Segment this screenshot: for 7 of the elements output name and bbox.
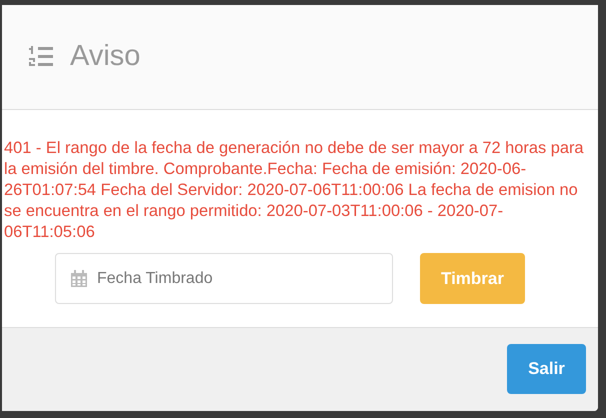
numbered-list-icon (29, 46, 53, 68)
modal-title: Aviso (70, 39, 140, 74)
error-message: 401 - El rango de la fecha de generación no debe de ser mayor a 72 horas para la emisión del timbre. Comprobante.Fecha: Fecha de emisión: 2020-06-26T01:07:54 Fecha del Servidor: 2020-07-06T11:00:06 La fecha de emision no se encuentra en el rango permitido: 2020-07-03T11:00:06 - 2020-07-06T11:05:06 (4, 138, 585, 243)
stamp-button[interactable]: Timbrar (420, 253, 525, 304)
date-field[interactable]: Fecha Timbrado (55, 253, 393, 304)
calendar-icon (71, 270, 87, 287)
exit-button[interactable]: Salir (507, 344, 586, 394)
